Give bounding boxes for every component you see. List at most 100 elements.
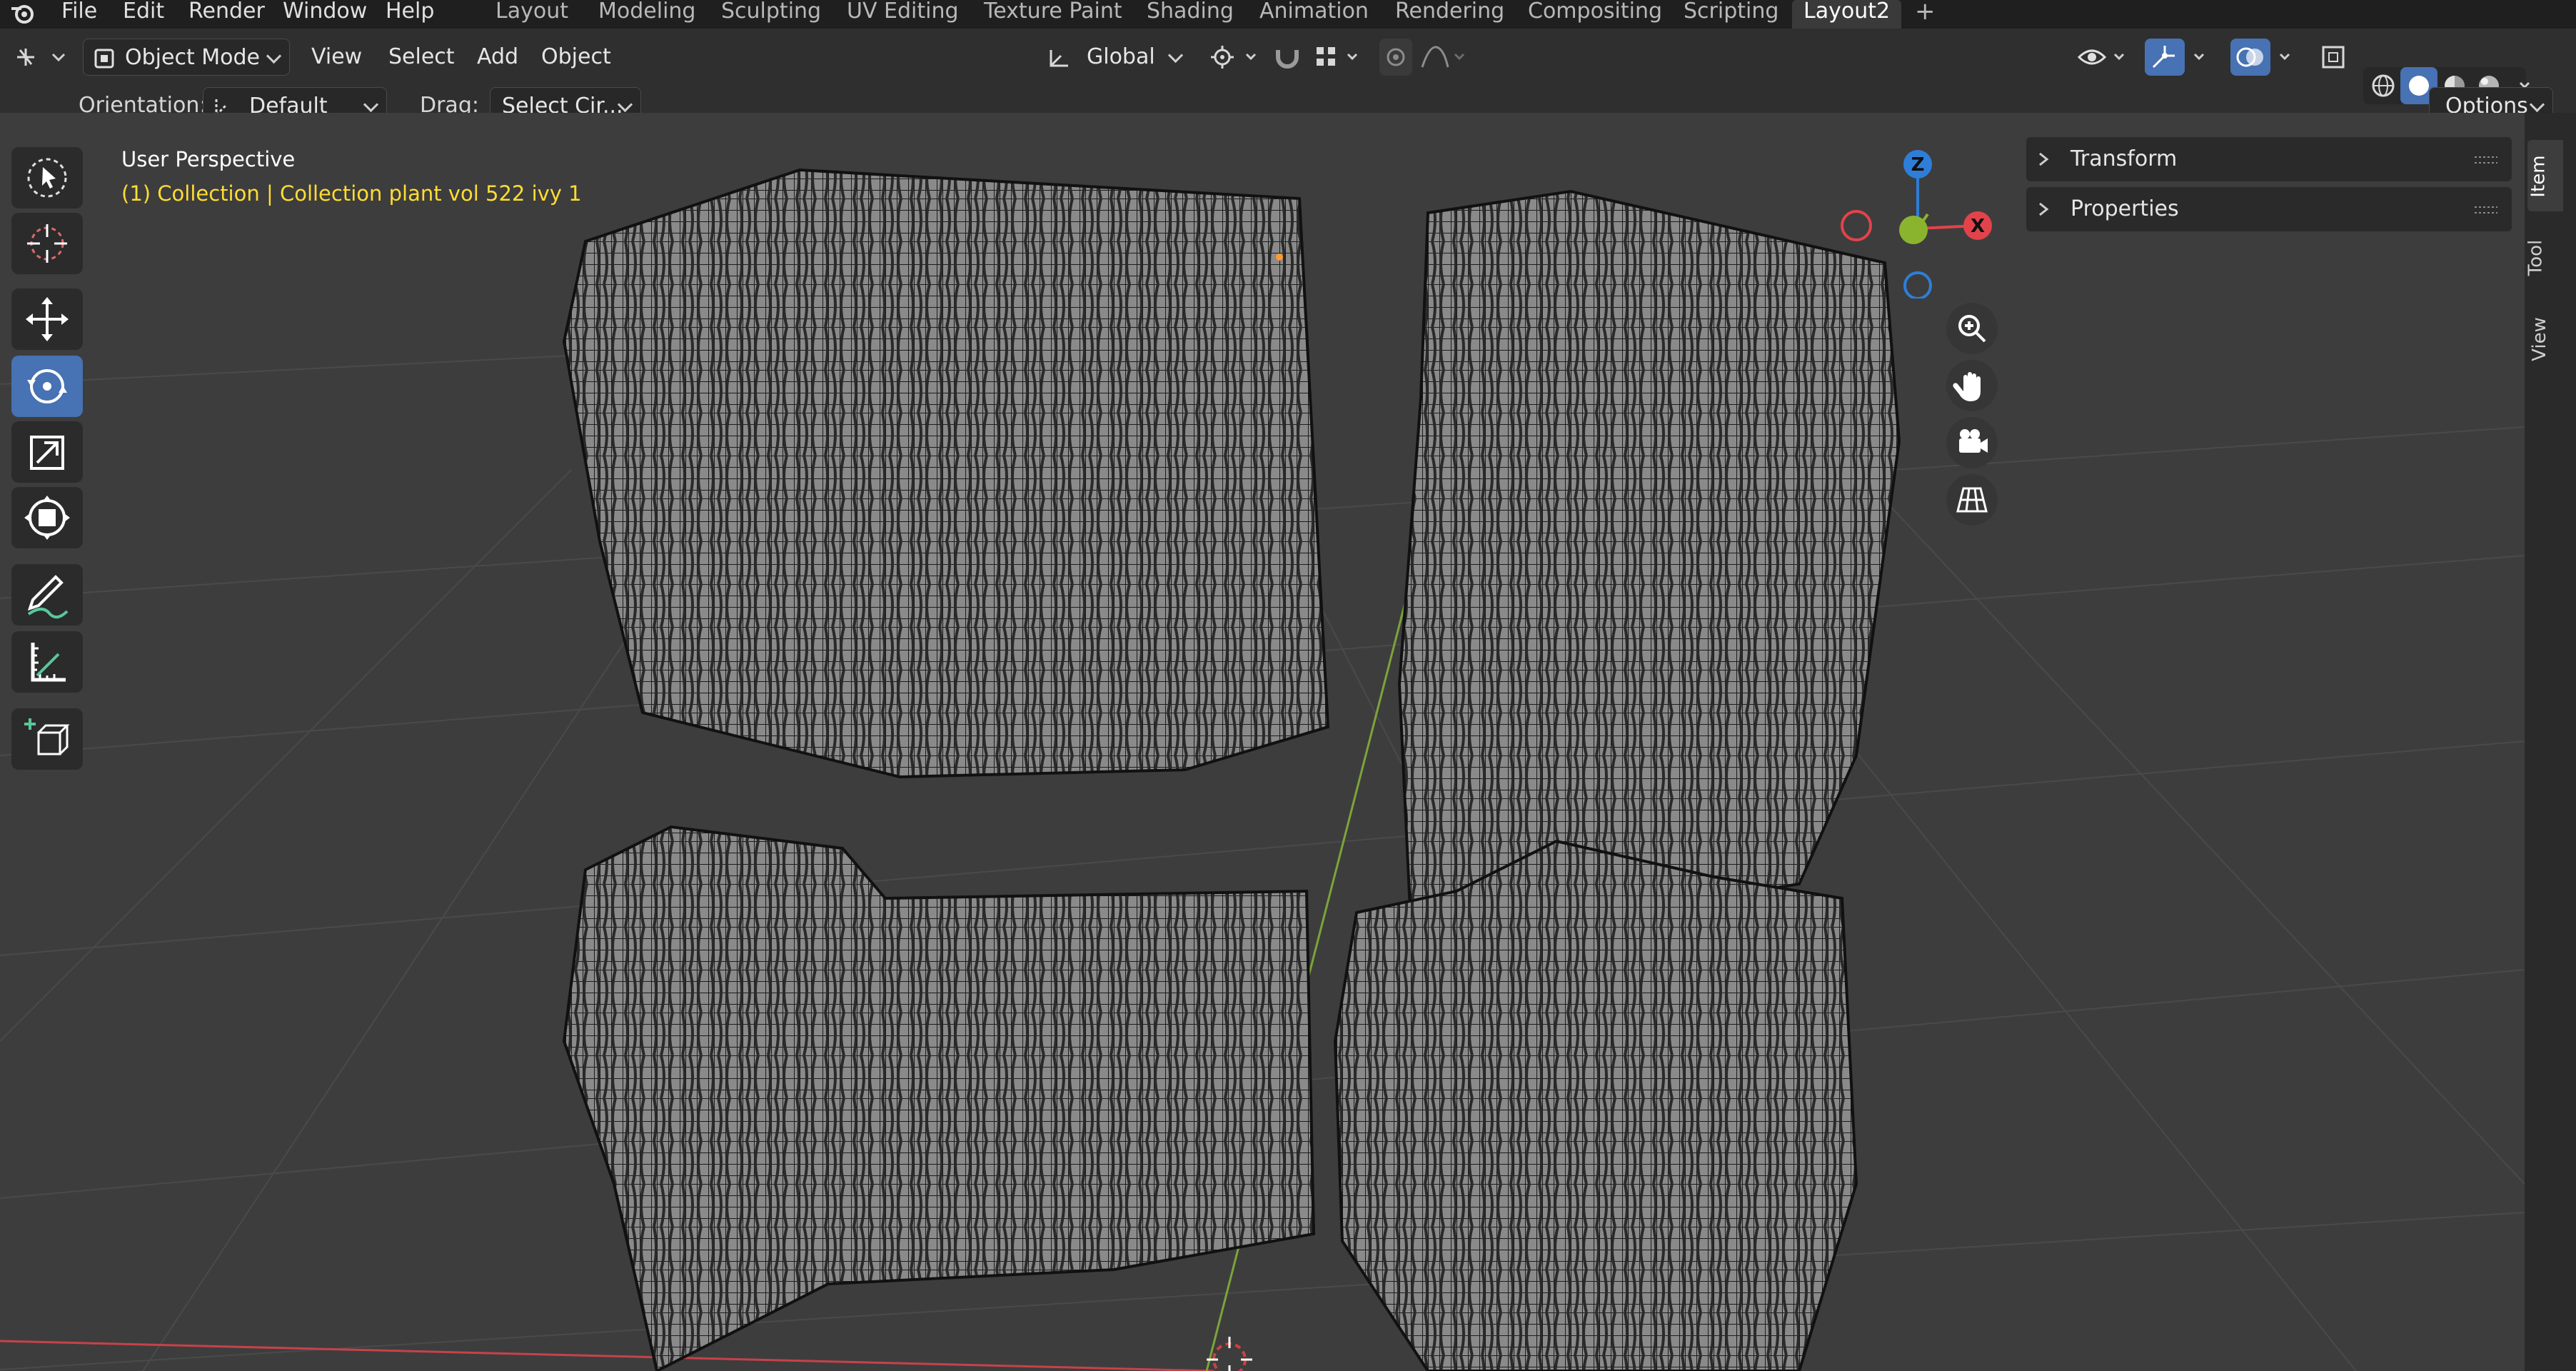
cursor-tool-button[interactable]	[11, 213, 83, 274]
sidebar-tab-tool[interactable]: Tool	[2525, 221, 2563, 293]
tab-sculpting[interactable]: Sculpting	[721, 0, 821, 29]
eye-icon	[2077, 49, 2125, 65]
tab-rendering[interactable]: Rendering	[1395, 0, 1504, 29]
magnet-icon	[1276, 50, 1299, 69]
properties-panel-header[interactable]: Properties	[2026, 187, 2512, 231]
gizmo-z-label: Z	[1911, 154, 1925, 176]
gizmo-neg-x-axis[interactable]	[1841, 210, 1872, 241]
drag-handle-icon[interactable]	[2473, 154, 2499, 166]
sidebar-tab-view[interactable]: View	[2527, 303, 2563, 374]
menu-add[interactable]: Add	[477, 39, 518, 76]
drag-handle-icon[interactable]	[2473, 204, 2499, 216]
tab-uv-editing[interactable]: UV Editing	[847, 0, 959, 29]
menu-object[interactable]: Object	[541, 39, 611, 76]
wireframe-sphere-icon	[2372, 74, 2395, 97]
tab-compositing[interactable]: Compositing	[1528, 0, 1662, 29]
viewport-header: Object Mode View Select Add Object Globa…	[0, 29, 2576, 124]
gizmo-y-axis[interactable]	[1899, 216, 1928, 244]
menu-file[interactable]: File	[61, 0, 97, 29]
ivy-mesh-bottom-right[interactable]	[1333, 839, 1858, 1371]
sidebar-tab-item-label: Item	[2527, 155, 2550, 198]
menu-edit[interactable]: Edit	[123, 0, 164, 29]
chevron-down-icon	[266, 48, 282, 64]
zoom-magnifier-icon	[1958, 315, 1986, 343]
mode-dropdown[interactable]: Object Mode	[83, 39, 290, 76]
view-name-label: User Perspective	[121, 147, 296, 171]
sidebar-panel: Transform Properties	[2026, 134, 2512, 234]
tab-layout2[interactable]: Layout2	[1792, 0, 1902, 29]
gizmo-x-label: X	[1971, 216, 1985, 237]
snap-target-dropdown[interactable]	[1312, 39, 1369, 76]
tab-layout[interactable]: Layout	[495, 0, 568, 29]
shading-wireframe-button[interactable]	[2365, 67, 2402, 104]
select-tool-button[interactable]	[11, 147, 83, 209]
blender-logo-icon[interactable]	[10, 1, 36, 26]
transform-panel-header[interactable]: Transform	[2026, 137, 2512, 181]
properties-panel-label: Properties	[2071, 196, 2179, 221]
viewport-scene	[0, 168, 2525, 1371]
zoom-button[interactable]	[1946, 303, 1998, 354]
gizmo-neg-z-axis[interactable]	[1903, 271, 1932, 298]
transform-orientation-dropdown[interactable]: Global	[1041, 39, 1191, 76]
sidebar-tab-strip	[2525, 113, 2576, 1371]
scale-icon	[30, 436, 64, 470]
pan-button[interactable]	[1946, 360, 1998, 411]
move-tool-button[interactable]	[11, 288, 83, 350]
gizmo-dropdown[interactable]	[2186, 39, 2213, 76]
grid-perspective-icon	[1956, 487, 1988, 513]
object-origin-dot	[1276, 253, 1283, 261]
tab-shading[interactable]: Shading	[1147, 0, 1234, 29]
tab-scripting[interactable]: Scripting	[1684, 0, 1778, 29]
perspective-toggle-button[interactable]	[1946, 474, 1998, 526]
add-cube-tool-button[interactable]	[11, 708, 83, 770]
object-mode-icon	[94, 49, 114, 69]
proportional-editing-toggle[interactable]	[1379, 39, 1412, 76]
view3d-icon	[17, 49, 66, 66]
ivy-mesh-bottom-left[interactable]	[562, 825, 1316, 1371]
move-arrows-icon	[26, 297, 69, 341]
chevron-right-icon	[2039, 202, 2049, 216]
editor-type-selector[interactable]	[10, 39, 71, 76]
proportional-icon	[1387, 48, 1405, 66]
cursor-crosshair-icon	[27, 224, 67, 263]
tab-animation[interactable]: Animation	[1259, 0, 1369, 29]
tab-texture-paint[interactable]: Texture Paint	[984, 0, 1122, 29]
overlays-dropdown[interactable]	[2272, 39, 2299, 76]
add-workspace-button[interactable]: +	[1915, 0, 1936, 29]
rotate-icon	[27, 369, 67, 403]
sidebar-tab-item[interactable]: Item	[2527, 140, 2563, 211]
menu-select[interactable]: Select	[388, 39, 455, 76]
sidebar-tab-tool-label: Tool	[2525, 239, 2547, 276]
pivot-icon	[1211, 46, 1257, 69]
camera-view-button[interactable]	[1946, 417, 1998, 468]
proportional-falloff-dropdown[interactable]	[1418, 39, 1474, 76]
3d-viewport[interactable]: User Perspective (1) Collection | Collec…	[0, 113, 2525, 1371]
rotate-tool-button[interactable]	[11, 356, 83, 417]
tab-modeling[interactable]: Modeling	[598, 0, 695, 29]
xray-toggle[interactable]	[2316, 39, 2353, 76]
menu-window[interactable]: Window	[283, 0, 367, 29]
falloff-curve-icon	[1421, 46, 1465, 68]
transform-icon	[24, 496, 70, 540]
pivot-point-dropdown[interactable]	[1205, 39, 1262, 76]
transform-tool-button[interactable]	[11, 487, 83, 548]
chevron-down-icon	[2529, 96, 2545, 113]
annotate-tool-button[interactable]	[11, 564, 83, 626]
menu-help[interactable]: Help	[386, 0, 434, 29]
sidebar-tab-view-label: View	[2528, 317, 2550, 361]
add-cube-icon	[24, 718, 70, 755]
measure-tool-button[interactable]	[11, 631, 83, 693]
overlays-toggle[interactable]	[2230, 39, 2270, 76]
hand-icon	[1953, 372, 1981, 401]
mode-label: Object Mode	[125, 45, 260, 70]
snap-toggle[interactable]	[1271, 39, 1304, 76]
menu-render[interactable]: Render	[188, 0, 265, 29]
chevron-down-icon	[2193, 53, 2205, 61]
menu-view[interactable]: View	[311, 39, 362, 76]
gizmo-toggle[interactable]	[2145, 39, 2185, 76]
navigation-gizmo[interactable]: Z X	[1828, 149, 2013, 298]
xray-icon	[2322, 46, 2345, 69]
ivy-mesh-top-left[interactable]	[562, 168, 1330, 779]
visibility-dropdown[interactable]	[2075, 39, 2132, 76]
scale-tool-button[interactable]	[11, 421, 83, 483]
